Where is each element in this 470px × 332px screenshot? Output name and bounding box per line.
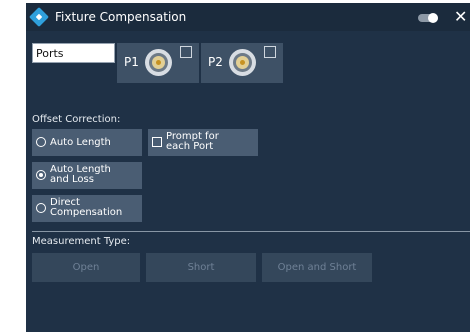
- section-divider: [32, 231, 470, 232]
- connector-icon: [145, 49, 172, 76]
- auto-length-label: Auto Length: [50, 137, 111, 148]
- toggle-icon[interactable]: [418, 13, 438, 23]
- auto-length-loss-line2: and Loss: [50, 174, 94, 185]
- measurement-type-label: Measurement Type:: [32, 236, 131, 247]
- direct-comp-line2: Compensation: [50, 207, 123, 218]
- app-logo-icon: [29, 7, 49, 27]
- dialog-title: Fixture Compensation: [55, 10, 187, 24]
- direct-compensation-option[interactable]: Direct Compensation: [32, 195, 142, 222]
- port-p1-label: P1: [124, 55, 139, 69]
- open-and-short-button[interactable]: Open and Short: [262, 253, 372, 282]
- checkbox-icon: [152, 137, 162, 147]
- radio-icon: [36, 137, 46, 147]
- close-icon[interactable]: ✕: [454, 7, 467, 26]
- port-p2-label: P2: [208, 55, 223, 69]
- port-p1-tile[interactable]: P1: [117, 43, 199, 83]
- prompt-line2: each Port: [166, 141, 214, 152]
- open-button[interactable]: Open: [32, 253, 140, 282]
- auto-length-option[interactable]: Auto Length: [32, 129, 142, 156]
- connector-icon: [229, 49, 256, 76]
- auto-length-and-loss-option[interactable]: Auto Length and Loss: [32, 162, 142, 189]
- fixture-compensation-dialog: Fixture Compensation ✕ Ports P1 P2 Offse…: [26, 3, 470, 332]
- port-p1-checkbox[interactable]: [180, 46, 192, 58]
- prompt-each-port-option[interactable]: Prompt for each Port: [148, 129, 258, 156]
- ports-selector[interactable]: Ports: [32, 43, 115, 63]
- title-bar: Fixture Compensation ✕: [26, 3, 470, 31]
- radio-selected-icon: [36, 170, 46, 180]
- short-button[interactable]: Short: [146, 253, 256, 282]
- port-p2-checkbox[interactable]: [264, 46, 276, 58]
- port-p2-tile[interactable]: P2: [201, 43, 283, 83]
- offset-correction-label: Offset Correction:: [32, 114, 121, 125]
- radio-icon: [36, 203, 46, 213]
